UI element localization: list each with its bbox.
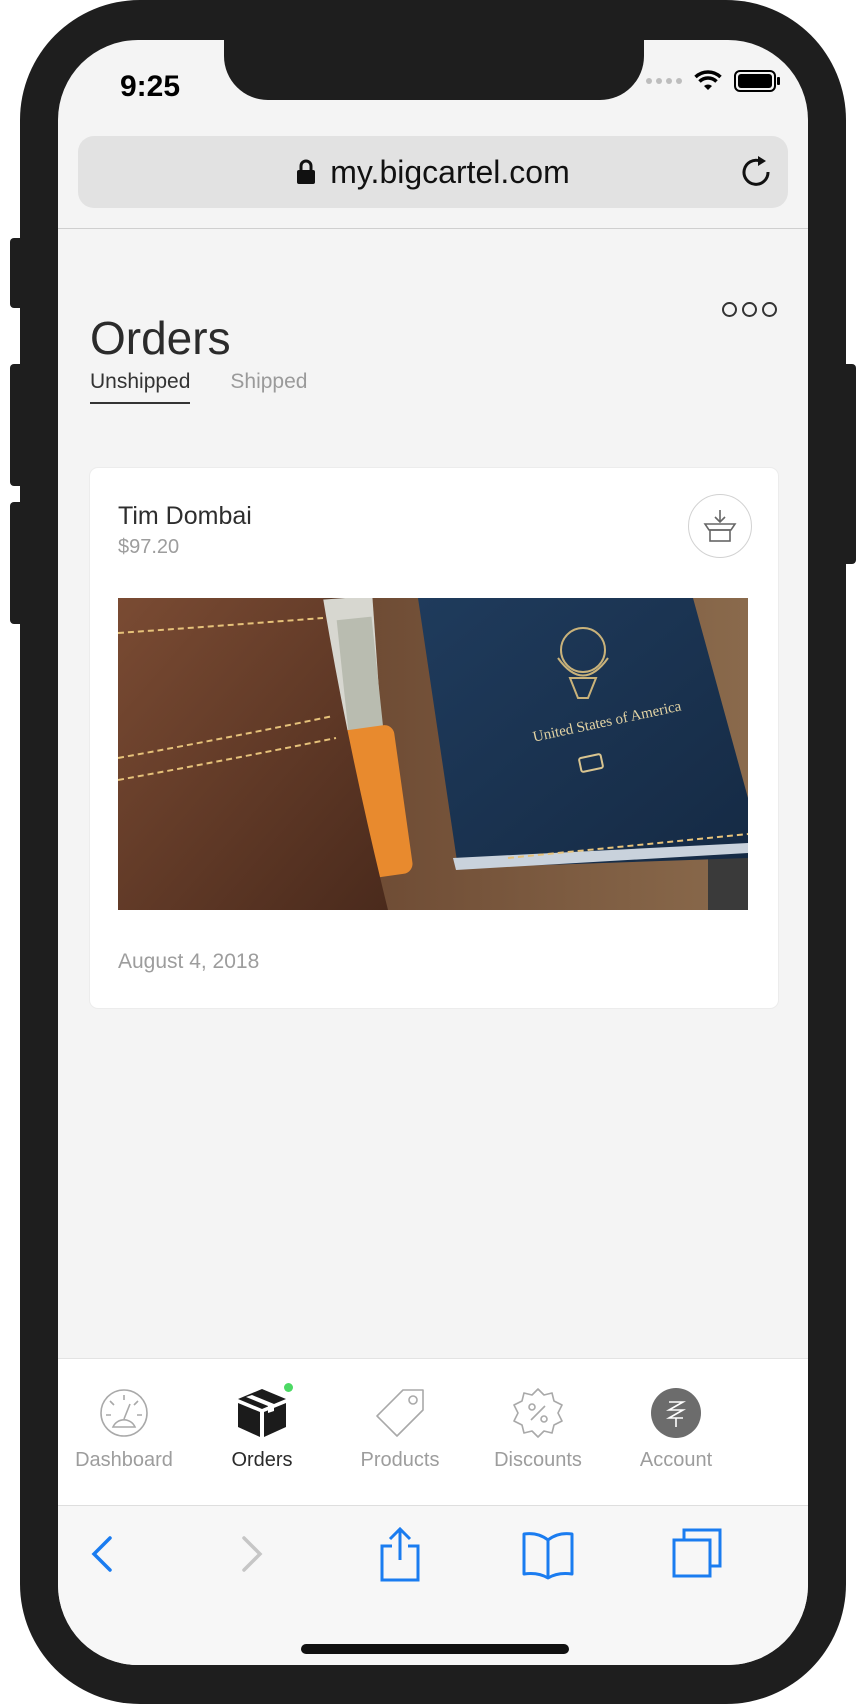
tabbar-item-account[interactable]: Account [606,1385,746,1472]
cell-signal-icon [646,78,682,84]
tabbar-item-products[interactable]: Products [330,1385,470,1472]
back-icon[interactable] [84,1526,120,1582]
status-time: 9:25 [120,70,181,103]
lock-icon [297,159,316,184]
home-indicator [301,1644,569,1654]
order-total: $97.20 [118,536,180,558]
volume-down-button [10,502,24,624]
notch [224,40,644,100]
tabbar-item-dashboard[interactable]: Dashboard [58,1385,194,1472]
tab-shipped[interactable]: Shipped [230,370,307,404]
customer-name: Tim Dombai [118,502,252,530]
share-icon[interactable] [376,1526,424,1584]
box-icon [238,1389,286,1437]
bookmarks-icon[interactable] [520,1526,576,1582]
tabbar-item-orders[interactable]: Orders [192,1383,332,1472]
forward-icon[interactable] [234,1526,270,1582]
order-date: August 4, 2018 [118,950,260,973]
app-tab-bar: Dashboard Orders Products Discounts Acco… [58,1358,808,1505]
page-title: Orders [90,311,231,364]
status-icons [646,70,780,92]
tag-icon [376,1389,424,1437]
wifi-icon [694,70,722,90]
tabbar-label-account: Account [639,1449,713,1471]
address-bar-divider [58,228,808,229]
address-bar[interactable]: my.bigcartel.com [78,136,788,208]
reload-icon[interactable] [738,154,774,190]
tabbar-label-discounts: Discounts [494,1449,582,1471]
tabbar-label-dashboard: Dashboard [75,1449,173,1471]
account-avatar-icon [651,1388,701,1438]
product-image: United States of America [118,598,748,910]
tabs-icon[interactable] [668,1526,724,1582]
orders-notification-dot [284,1383,293,1392]
battery-icon [734,70,780,92]
volume-up-button [10,364,24,486]
power-button [842,364,856,564]
order-card[interactable]: Tim Dombai $97.20 United States of Ameri… [90,468,778,1008]
order-status-tabs: Unshipped Shipped [90,370,307,404]
mark-shipped-button[interactable] [688,494,752,558]
url-text: my.bigcartel.com [330,153,570,190]
screen: 9:25 my.bigcartel.com Orders Unshipped S… [58,40,808,1665]
discount-badge-icon [513,1388,563,1438]
tabbar-label-products: Products [360,1449,440,1471]
ship-box-icon [703,510,737,542]
tabbar-item-discounts[interactable]: Discounts [468,1385,608,1472]
tabbar-label-orders: Orders [231,1449,293,1471]
browser-toolbar [58,1505,808,1665]
mute-switch [10,238,24,308]
more-options-icon[interactable] [722,302,777,317]
gauge-icon [100,1389,148,1437]
tab-unshipped[interactable]: Unshipped [90,370,191,404]
